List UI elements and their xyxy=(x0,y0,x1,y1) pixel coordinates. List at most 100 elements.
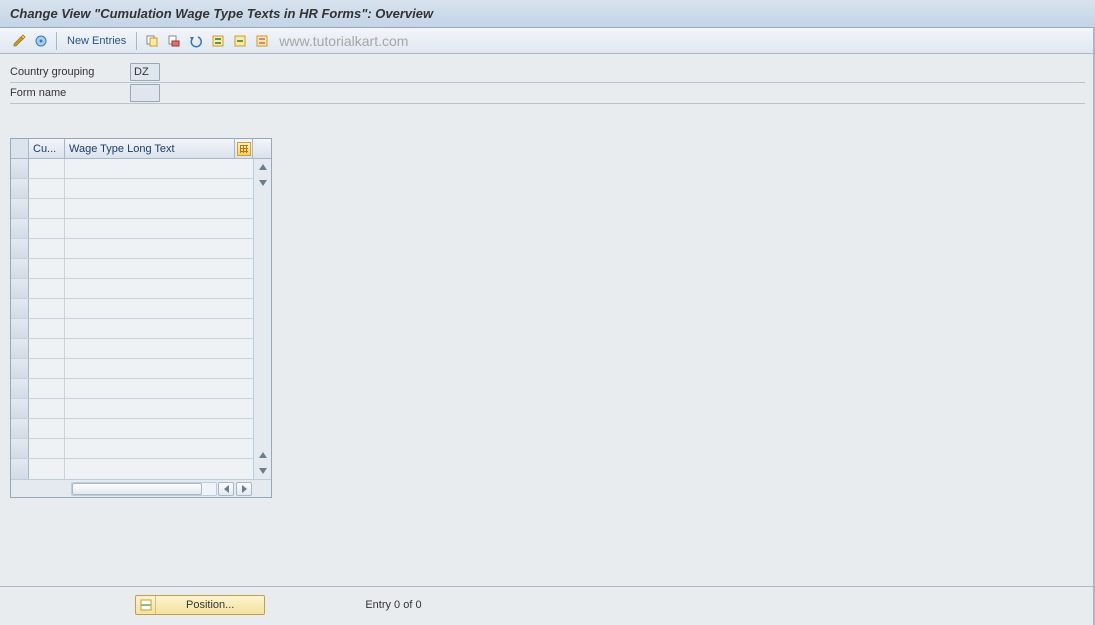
cell-wage[interactable] xyxy=(65,199,253,218)
row-selector[interactable] xyxy=(11,359,29,378)
row-selector[interactable] xyxy=(11,339,29,358)
cell-cu[interactable] xyxy=(29,279,65,298)
select-block-icon[interactable] xyxy=(231,32,249,50)
row-selector[interactable] xyxy=(11,259,29,278)
delete-icon[interactable] xyxy=(165,32,183,50)
vertical-scrollbar[interactable] xyxy=(253,159,271,479)
cell-wage[interactable] xyxy=(65,279,253,298)
table-row[interactable] xyxy=(11,439,271,459)
cell-wage[interactable] xyxy=(65,379,253,398)
copy-as-icon[interactable] xyxy=(143,32,161,50)
deselect-all-icon[interactable] xyxy=(253,32,271,50)
cell-cu[interactable] xyxy=(29,459,65,479)
scroll-up-button[interactable] xyxy=(254,447,271,463)
toggle-change-icon[interactable] xyxy=(10,32,28,50)
cell-wage[interactable] xyxy=(65,459,253,479)
column-header-cu[interactable]: Cu... xyxy=(29,139,65,158)
table-row[interactable] xyxy=(11,379,271,399)
row-selector[interactable] xyxy=(11,439,29,458)
scroll-up-button[interactable] xyxy=(254,159,271,175)
scroll-left-button[interactable] xyxy=(218,482,234,496)
cell-cu[interactable] xyxy=(29,319,65,338)
horizontal-scrollbar[interactable] xyxy=(11,479,271,497)
table-row[interactable] xyxy=(11,299,271,319)
cell-wage[interactable] xyxy=(65,219,253,238)
cell-cu[interactable] xyxy=(29,339,65,358)
table-control: Cu... Wage Type Long Text xyxy=(10,138,272,498)
table-config-button[interactable] xyxy=(235,139,253,158)
cell-wage[interactable] xyxy=(65,419,253,438)
row-selector[interactable] xyxy=(11,419,29,438)
selection-separator xyxy=(10,103,1085,104)
country-grouping-row: Country grouping DZ xyxy=(10,62,1085,82)
row-selector[interactable] xyxy=(11,279,29,298)
cell-wage[interactable] xyxy=(65,299,253,318)
table-row[interactable] xyxy=(11,239,271,259)
row-selector[interactable] xyxy=(11,159,29,178)
title-bar: Change View "Cumulation Wage Type Texts … xyxy=(0,0,1095,28)
cell-wage[interactable] xyxy=(65,159,253,178)
row-selector[interactable] xyxy=(11,179,29,198)
table-row[interactable] xyxy=(11,399,271,419)
chevron-down-icon xyxy=(259,468,267,474)
cell-wage[interactable] xyxy=(65,399,253,418)
entry-status-text: Entry 0 of 0 xyxy=(365,599,421,611)
hscroll-thumb[interactable] xyxy=(72,483,202,495)
table-row[interactable] xyxy=(11,319,271,339)
row-selector[interactable] xyxy=(11,379,29,398)
cell-wage[interactable] xyxy=(65,319,253,338)
cell-wage[interactable] xyxy=(65,439,253,458)
cell-cu[interactable] xyxy=(29,179,65,198)
position-button[interactable]: Position... xyxy=(135,595,265,615)
position-icon xyxy=(136,596,156,614)
scroll-down-button[interactable] xyxy=(254,175,271,191)
table-row[interactable] xyxy=(11,419,271,439)
cell-cu[interactable] xyxy=(29,359,65,378)
select-all-rows[interactable] xyxy=(11,139,29,158)
country-grouping-input[interactable]: DZ xyxy=(130,63,160,81)
cell-cu[interactable] xyxy=(29,399,65,418)
cell-cu[interactable] xyxy=(29,439,65,458)
table-row[interactable] xyxy=(11,219,271,239)
new-entries-button[interactable]: New Entries xyxy=(67,35,126,47)
hscroll-track[interactable] xyxy=(71,482,217,496)
cell-cu[interactable] xyxy=(29,419,65,438)
column-header-wage-type[interactable]: Wage Type Long Text xyxy=(65,139,235,158)
cell-cu[interactable] xyxy=(29,219,65,238)
table-row[interactable] xyxy=(11,359,271,379)
row-selector[interactable] xyxy=(11,299,29,318)
table-row[interactable] xyxy=(11,199,271,219)
cell-wage[interactable] xyxy=(65,179,253,198)
row-selector[interactable] xyxy=(11,239,29,258)
cell-cu[interactable] xyxy=(29,159,65,178)
cell-wage[interactable] xyxy=(65,359,253,378)
undo-change-icon[interactable] xyxy=(187,32,205,50)
cell-wage[interactable] xyxy=(65,339,253,358)
cell-cu[interactable] xyxy=(29,199,65,218)
table-row[interactable] xyxy=(11,159,271,179)
watermark: www.tutorialkart.com xyxy=(279,33,408,49)
row-selector[interactable] xyxy=(11,319,29,338)
table-row[interactable] xyxy=(11,459,271,479)
row-selector[interactable] xyxy=(11,219,29,238)
select-all-icon[interactable] xyxy=(209,32,227,50)
row-selector[interactable] xyxy=(11,459,29,479)
row-selector[interactable] xyxy=(11,399,29,418)
scroll-right-button[interactable] xyxy=(236,482,252,496)
row-selector[interactable] xyxy=(11,199,29,218)
cell-wage[interactable] xyxy=(65,239,253,258)
cell-cu[interactable] xyxy=(29,239,65,258)
cell-wage[interactable] xyxy=(65,259,253,278)
cell-cu[interactable] xyxy=(29,259,65,278)
other-view-icon[interactable] xyxy=(32,32,50,50)
scroll-down-button[interactable] xyxy=(254,463,271,479)
table-row[interactable] xyxy=(11,279,271,299)
table-row[interactable] xyxy=(11,259,271,279)
form-name-input[interactable] xyxy=(130,84,160,102)
chevron-up-icon xyxy=(259,164,267,170)
cell-cu[interactable] xyxy=(29,299,65,318)
table-row[interactable] xyxy=(11,179,271,199)
cell-cu[interactable] xyxy=(29,379,65,398)
table-grid: Cu... Wage Type Long Text xyxy=(11,139,271,479)
table-row[interactable] xyxy=(11,339,271,359)
